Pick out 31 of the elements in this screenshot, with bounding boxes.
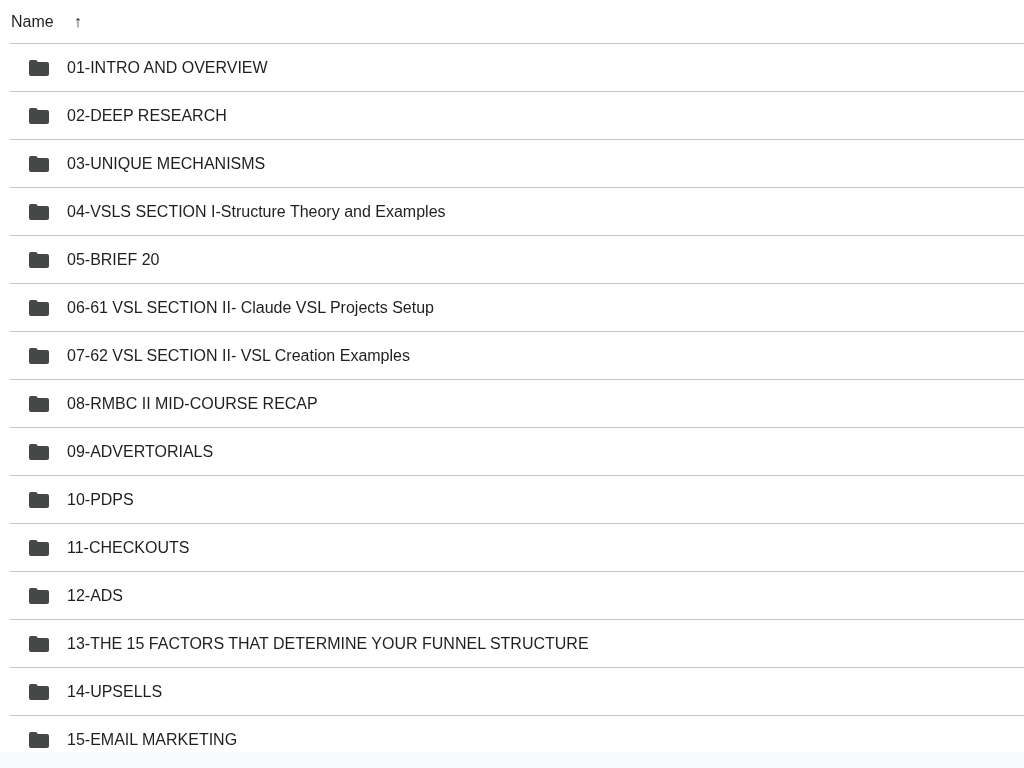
folder-icon [29,635,49,652]
folder-icon [29,491,49,508]
column-header[interactable]: Name [11,12,54,31]
folder-icon [29,443,49,460]
folder-icon [29,59,49,76]
folder-icon [29,299,49,316]
sort-arrow[interactable]: ↑ [73,12,82,31]
folder-icon [29,251,49,268]
folder-row[interactable]: 06-61 VSL SECTION II- Claude VSL Projects Setup [10,284,1024,332]
folder-icon [29,539,49,556]
folder-icon [29,347,49,364]
folder-row[interactable]: 14-UPSELLS [10,668,1024,716]
folder-row[interactable]: 10-PDPS [10,476,1024,524]
folder-row[interactable]: 02-DEEP RESEARCH [10,92,1024,140]
folder-icon [29,683,49,700]
folder-row[interactable]: 12-ADS [10,572,1024,620]
folder-row[interactable]: 04-VSLS SECTION I-Structure Theory and Examples [10,188,1024,236]
folder-row[interactable]: 07-62 VSL SECTION II- VSL Creation Examples [10,332,1024,380]
folder-icon [29,395,49,412]
folder-row[interactable]: 13-THE 15 FACTORS THAT DETERMINE YOUR FUNNEL STRUCTURE [10,620,1024,668]
folder-row[interactable]: 09-ADVERTORIALS [10,428,1024,476]
folder-row[interactable]: 03-UNIQUE MECHANISMS [10,140,1024,188]
folder-icon [29,155,49,172]
folder-icon [29,731,49,748]
folder-row[interactable]: 08-RMBC II MID-COURSE RECAP [10,380,1024,428]
folder-icon [29,587,49,604]
folder-icon [29,203,49,220]
folder-icon [29,107,49,124]
folder-row[interactable]: 11-CHECKOUTS [10,524,1024,572]
folder-row[interactable]: 01-INTRO AND OVERVIEW [10,44,1024,92]
folder-row[interactable]: 05-BRIEF 20 [10,236,1024,284]
